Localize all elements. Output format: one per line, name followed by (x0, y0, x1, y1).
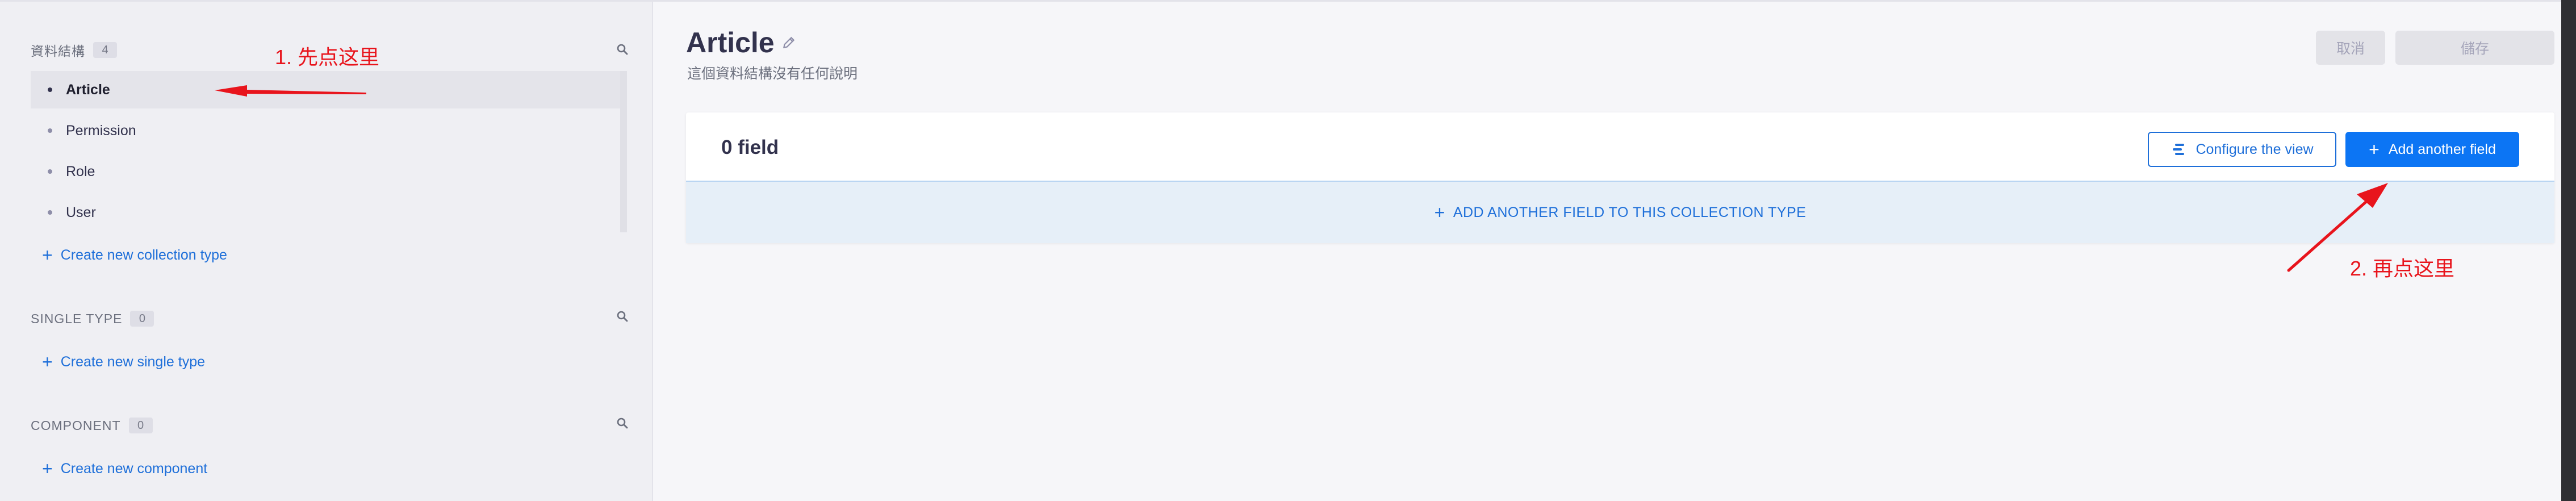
create-component-label: Create new component (60, 460, 208, 477)
cancel-button[interactable]: 取消 (2316, 31, 2385, 65)
plus-icon: + (42, 458, 53, 479)
search-icon[interactable] (616, 310, 629, 323)
plus-icon: + (42, 352, 53, 372)
create-component-link[interactable]: + Create new component (42, 458, 207, 479)
plus-icon: + (1434, 202, 1445, 223)
collection-types-title: 資料結構 (31, 44, 85, 59)
sidebar-item-permission[interactable]: Permission (31, 112, 621, 149)
sidebar: 資料結構 4 Article Permission Role User + Cr… (0, 2, 653, 501)
pencil-icon[interactable] (781, 35, 796, 50)
collection-types-header: 資料結構 4 (31, 41, 117, 59)
search-icon[interactable] (616, 43, 629, 56)
save-button[interactable]: 儲存 (2395, 31, 2554, 65)
add-another-field-label: Add another field (2388, 141, 2496, 157)
configure-view-label: Configure the view (2196, 141, 2314, 157)
collection-types-count: 4 (93, 42, 117, 58)
configure-view-button[interactable]: Configure the view (2148, 132, 2336, 167)
sidebar-item-role[interactable]: Role (31, 153, 621, 190)
page-title: Article (686, 26, 796, 59)
components-header: COMPONENT 0 (31, 417, 153, 434)
search-icon[interactable] (616, 416, 629, 430)
sidebar-item-label: User (66, 204, 96, 220)
window-edge (2561, 0, 2576, 501)
bullet-icon (48, 210, 52, 215)
plus-icon: + (2369, 139, 2380, 160)
annotation-step1: 1. 先点这里 (275, 45, 380, 69)
page-subtitle: 這個資料結構沒有任何說明 (687, 66, 858, 82)
single-types-header: SINGLE TYPE 0 (31, 310, 154, 327)
create-single-type-label: Create new single type (60, 353, 205, 370)
add-another-field-button[interactable]: + Add another field (2345, 132, 2519, 167)
sidebar-item-article[interactable]: Article (31, 71, 621, 108)
sidebar-item-label: Permission (66, 122, 136, 139)
bullet-icon (48, 87, 52, 92)
bullet-icon (48, 169, 52, 174)
bullet-icon (48, 128, 52, 133)
create-collection-type-label: Create new collection type (60, 247, 227, 263)
plus-icon: + (42, 245, 53, 265)
single-types-count: 0 (130, 311, 154, 327)
field-count: 0 field (721, 136, 779, 158)
add-field-to-collection-row[interactable]: + ADD ANOTHER FIELD TO THIS COLLECTION T… (686, 181, 2554, 243)
create-single-type-link[interactable]: + Create new single type (42, 352, 205, 372)
configure-icon (2173, 144, 2185, 155)
components-count: 0 (128, 418, 153, 433)
components-title: COMPONENT (31, 418, 121, 433)
annotation-step2: 2. 再点这里 (2350, 257, 2455, 280)
sidebar-scrollbar[interactable] (620, 71, 627, 232)
add-field-to-collection-label: ADD ANOTHER FIELD TO THIS COLLECTION TYP… (1453, 204, 1806, 220)
collection-type-list: Article Permission Role User (31, 71, 627, 232)
create-collection-type-link[interactable]: + Create new collection type (42, 245, 227, 265)
sidebar-item-user[interactable]: User (31, 194, 621, 231)
sidebar-item-label: Article (66, 81, 110, 98)
page-title-text: Article (686, 27, 775, 59)
fields-card: 0 field Configure the view + Add another… (686, 112, 2554, 243)
sidebar-item-label: Role (66, 163, 95, 179)
single-types-title: SINGLE TYPE (31, 311, 123, 326)
